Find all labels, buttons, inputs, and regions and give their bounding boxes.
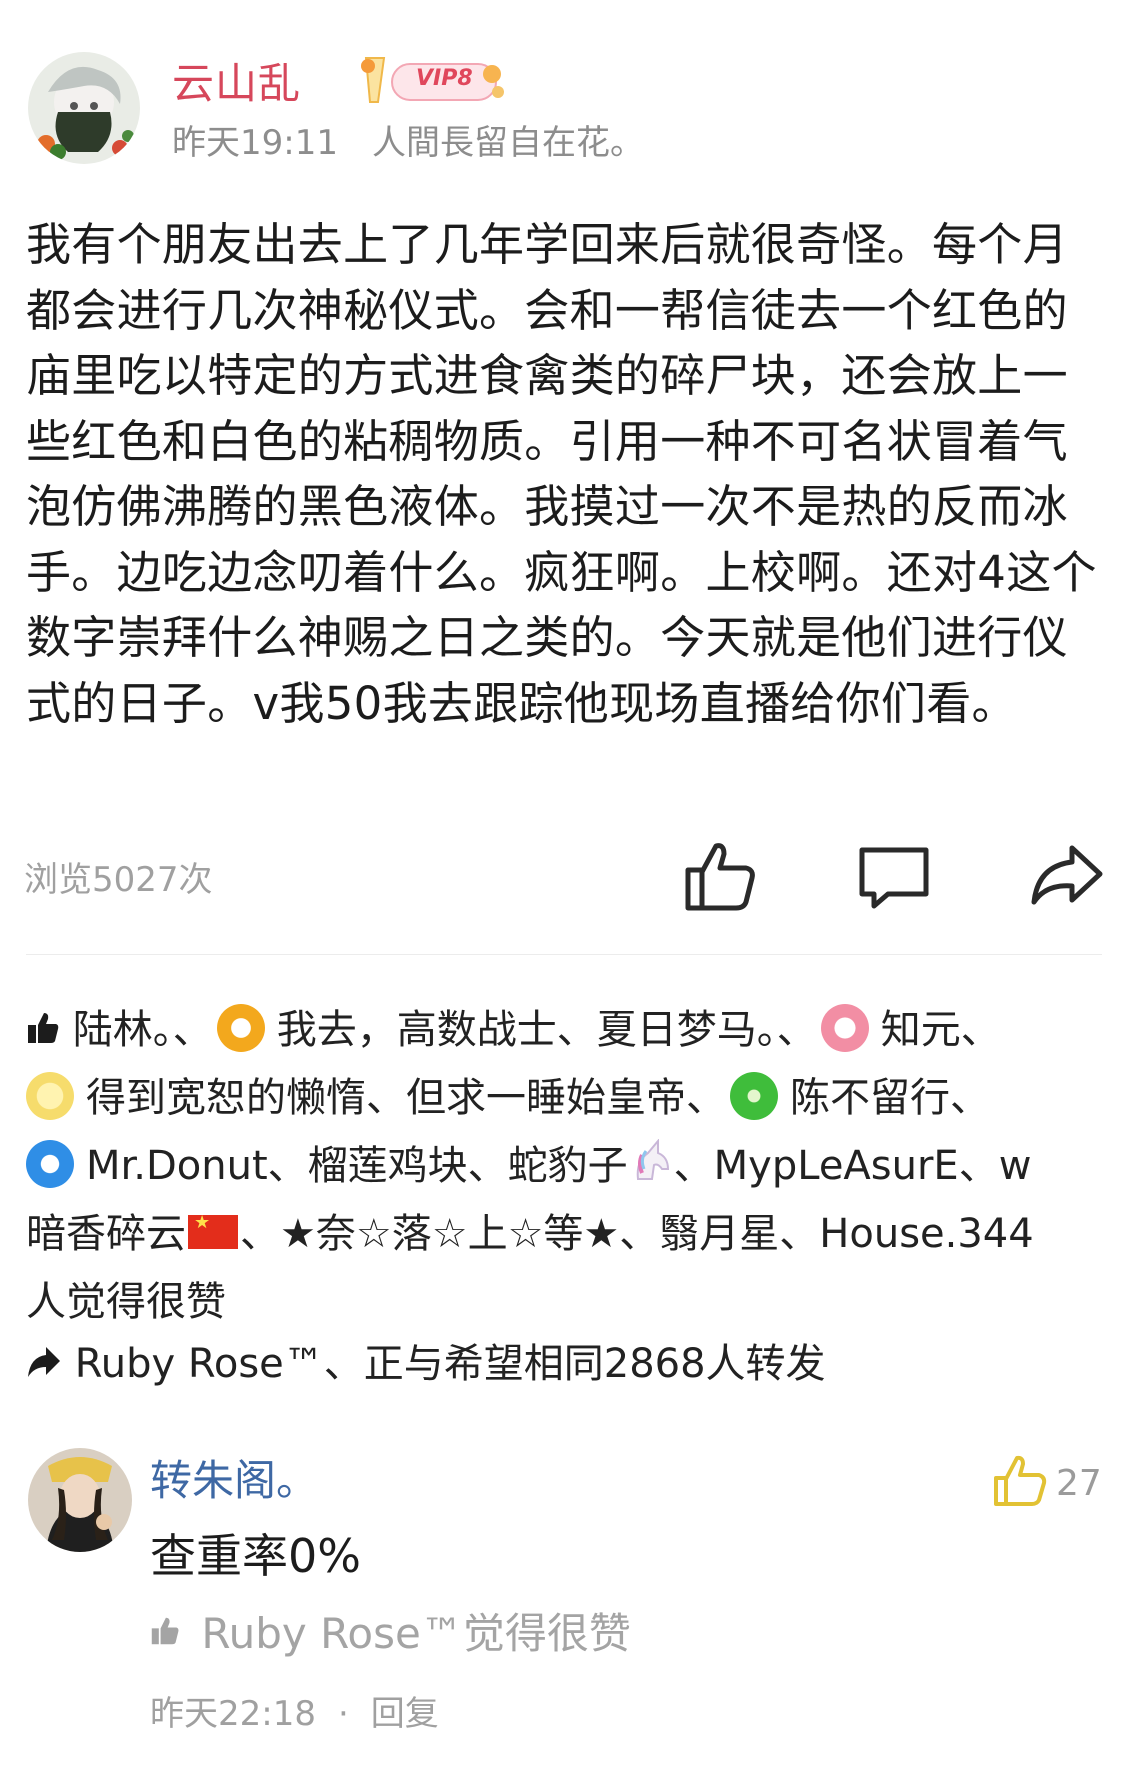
commenter-avatar[interactable] <box>28 1448 132 1552</box>
share-button[interactable] <box>1026 836 1106 916</box>
thumbs-up-icon <box>151 1617 179 1644</box>
repost-summary[interactable]: Ruby Rose™、正与希望相同2868人转发 <box>26 1336 1106 1392</box>
post-time: 昨天19:11 <box>172 123 338 163</box>
comment-liked-by[interactable]: Ruby Rose™觉得很赞 <box>150 1606 631 1662</box>
author-signature: 人間長留自在花。 <box>371 123 644 163</box>
share-arrow-icon <box>28 1347 60 1377</box>
comment-bubble-icon <box>859 847 929 909</box>
repost-text: Ruby Rose™、正与希望相同2868人转发 <box>74 1341 826 1387</box>
user-badge-icon <box>820 1004 869 1052</box>
comment-text: 查重率0% <box>150 1529 361 1583</box>
vip-level: VIP8 <box>416 66 473 91</box>
user-badge-icon <box>216 1004 265 1052</box>
liker-name[interactable]: 得到宽恕的懒惰、但求一睡始皇帝、 <box>86 1075 726 1121</box>
user-badge-icon <box>26 1140 74 1188</box>
post-meta: 昨天19:11 人間長留自在花。 <box>172 122 644 164</box>
comment-like-button[interactable] <box>992 1452 1050 1510</box>
like-button[interactable] <box>680 836 760 916</box>
comment-like-count: 27 <box>1056 1463 1102 1504</box>
user-badge-icon <box>26 1072 74 1120</box>
weibo-post-page: 云山乱 VIP8 昨天19:11 人間長留自在花。 我有个朋友出去上了几年学回来后… <box>0 0 1128 1784</box>
comment-footer: 昨天22:18 · 回复 <box>150 1692 439 1736</box>
liker-name[interactable]: 、MypLeAsurE、w <box>674 1143 1032 1189</box>
comment-button[interactable] <box>854 836 934 916</box>
liked-by-text: Ruby Rose™觉得很赞 <box>201 1609 631 1658</box>
liker-name[interactable]: 我去，高数战士、夏日梦马。、 <box>277 1007 817 1053</box>
liker-name[interactable]: 陆林。、 <box>73 1007 213 1053</box>
china-flag-icon <box>188 1213 238 1249</box>
separator-dot: · <box>337 1694 349 1734</box>
thumbs-up-icon <box>685 843 755 911</box>
liker-name[interactable]: 、★奈☆落☆上☆等★、翳月星、House.344 <box>240 1211 1034 1257</box>
author-name[interactable]: 云山乱 <box>172 58 301 110</box>
liker-name[interactable]: 知元、 <box>881 1007 1001 1053</box>
liker-name[interactable]: 陈不留行、 <box>790 1075 990 1121</box>
thumbs-up-icon <box>28 1013 59 1043</box>
commenter-name[interactable]: 转朱阁。 <box>150 1454 318 1508</box>
section-divider <box>26 954 1102 955</box>
view-count: 浏览5027次 <box>24 860 213 900</box>
reply-button[interactable]: 回复 <box>371 1694 439 1734</box>
liker-name[interactable]: 暗香碎云 <box>26 1211 186 1257</box>
likes-list: 陆林。、 我去，高数战士、夏日梦马。、 知元、 得到宽恕的懒惰、但求一睡始皇帝、 陈不… <box>26 996 1112 1336</box>
comment-time: 昨天22:18 <box>150 1694 316 1734</box>
author-avatar[interactable] <box>28 52 140 164</box>
likes-summary: 人觉得很赞 <box>26 1279 226 1325</box>
user-badge-icon <box>730 1072 778 1120</box>
unicorn-emoji-icon <box>636 1139 669 1180</box>
share-arrow-icon <box>1031 845 1103 905</box>
liker-name[interactable]: Mr.Donut、榴莲鸡块、蛇豹子 <box>86 1143 628 1189</box>
post-body: 我有个朋友出去上了几年学回来后就很奇怪。每个月都会进行几次神秘仪式。会和一帮信徒… <box>26 218 1097 730</box>
vip-badge[interactable]: VIP8 <box>352 52 512 112</box>
thumbs-up-icon <box>994 1455 1047 1506</box>
